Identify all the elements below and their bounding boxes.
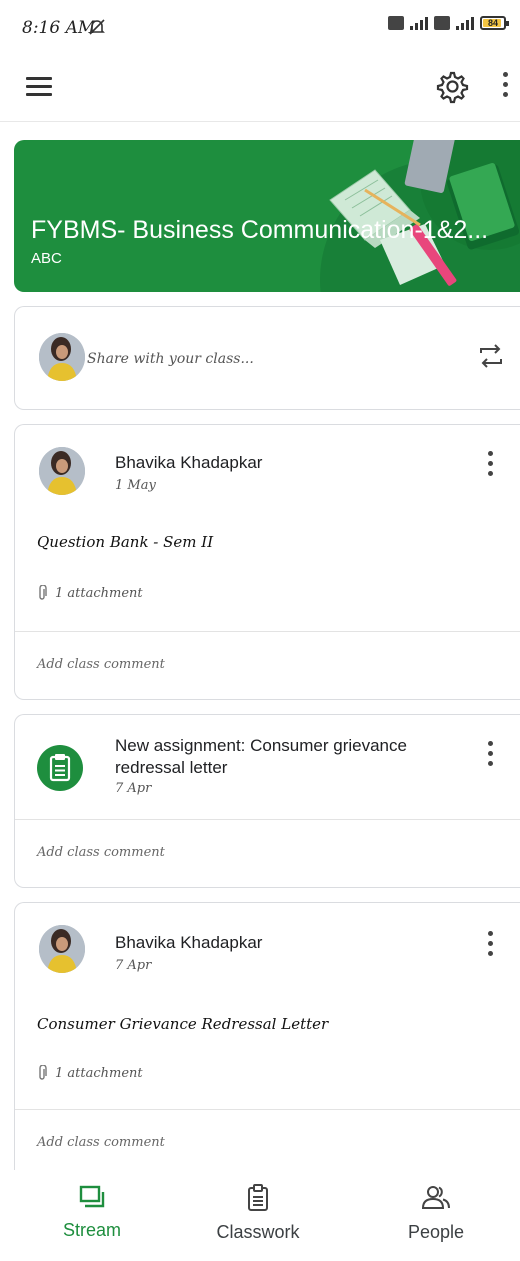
- post-date: 7 Apr: [115, 958, 152, 973]
- share-card[interactable]: Share with your class...: [14, 306, 520, 410]
- bottom-nav: Stream Classwork People: [0, 1170, 520, 1261]
- post-card[interactable]: Bhavika Khadapkar 1 May Question Bank - …: [14, 424, 520, 700]
- assignment-icon: [37, 745, 83, 791]
- status-time: 8:16 AM: [22, 18, 96, 38]
- post-card[interactable]: Bhavika Khadapkar 7 Apr Consumer Grievan…: [14, 902, 520, 1192]
- status-bar: 8:16 AM 84: [0, 0, 520, 44]
- share-input[interactable]: Share with your class...: [87, 351, 254, 367]
- post-date: 7 Apr: [115, 781, 152, 796]
- divider: [15, 631, 520, 632]
- post-title[interactable]: Question Bank - Sem II: [37, 533, 213, 551]
- nav-people[interactable]: People: [366, 1170, 506, 1261]
- signal-icon: [456, 16, 474, 30]
- stream-icon: [79, 1185, 105, 1208]
- repost-icon[interactable]: [477, 341, 505, 371]
- mute-icon: [89, 19, 105, 35]
- paperclip-icon: [39, 585, 47, 600]
- divider: [15, 819, 520, 820]
- class-title: FYBMS- Business Communication-1&2...: [31, 216, 489, 244]
- battery-icon: 84: [480, 16, 509, 30]
- gear-icon[interactable]: [433, 68, 469, 104]
- post-author: Bhavika Khadapkar: [115, 453, 263, 472]
- post-options-icon[interactable]: [483, 741, 497, 775]
- menu-icon[interactable]: [26, 77, 52, 97]
- post-options-icon[interactable]: [483, 931, 497, 965]
- attachment-count: 1 attachment: [55, 585, 143, 601]
- attachment-count: 1 attachment: [55, 1065, 143, 1081]
- avatar: [39, 925, 85, 973]
- attachment-link[interactable]: 1 attachment: [37, 1065, 143, 1081]
- signal-icon: [410, 16, 428, 30]
- divider: [15, 1109, 520, 1110]
- nav-label: Stream: [62, 1220, 122, 1240]
- post-author: Bhavika Khadapkar: [115, 933, 263, 952]
- assignment-title[interactable]: New assignment: Consumer grievance redre…: [115, 735, 435, 779]
- attachment-link[interactable]: 1 attachment: [37, 585, 143, 601]
- paperclip-icon: [39, 1065, 47, 1080]
- add-comment-button[interactable]: Add class comment: [37, 657, 165, 672]
- status-indicators: 84: [388, 16, 509, 30]
- nav-stream[interactable]: Stream: [22, 1170, 162, 1261]
- battery-level: 84: [487, 18, 498, 28]
- class-section: ABC: [31, 250, 62, 267]
- post-date: 1 May: [115, 478, 156, 493]
- classwork-icon: [248, 1184, 268, 1211]
- post-options-icon[interactable]: [483, 451, 497, 485]
- lte-icon: [434, 16, 450, 30]
- more-options-icon[interactable]: [497, 72, 513, 104]
- class-banner[interactable]: FYBMS- Business Communication-1&2... ABC: [14, 140, 520, 292]
- app-bar: [0, 50, 520, 122]
- avatar: [39, 333, 85, 381]
- avatar: [39, 447, 85, 495]
- post-title[interactable]: Consumer Grievance Redressal Letter: [37, 1015, 328, 1033]
- nav-label: Classwork: [216, 1222, 300, 1242]
- add-comment-button[interactable]: Add class comment: [37, 1135, 165, 1150]
- people-icon: [421, 1186, 450, 1209]
- nav-label: People: [407, 1222, 465, 1242]
- nav-classwork[interactable]: Classwork: [188, 1170, 328, 1261]
- add-comment-button[interactable]: Add class comment: [37, 845, 165, 860]
- assignment-card[interactable]: New assignment: Consumer grievance redre…: [14, 714, 520, 888]
- lte-icon: [388, 16, 404, 30]
